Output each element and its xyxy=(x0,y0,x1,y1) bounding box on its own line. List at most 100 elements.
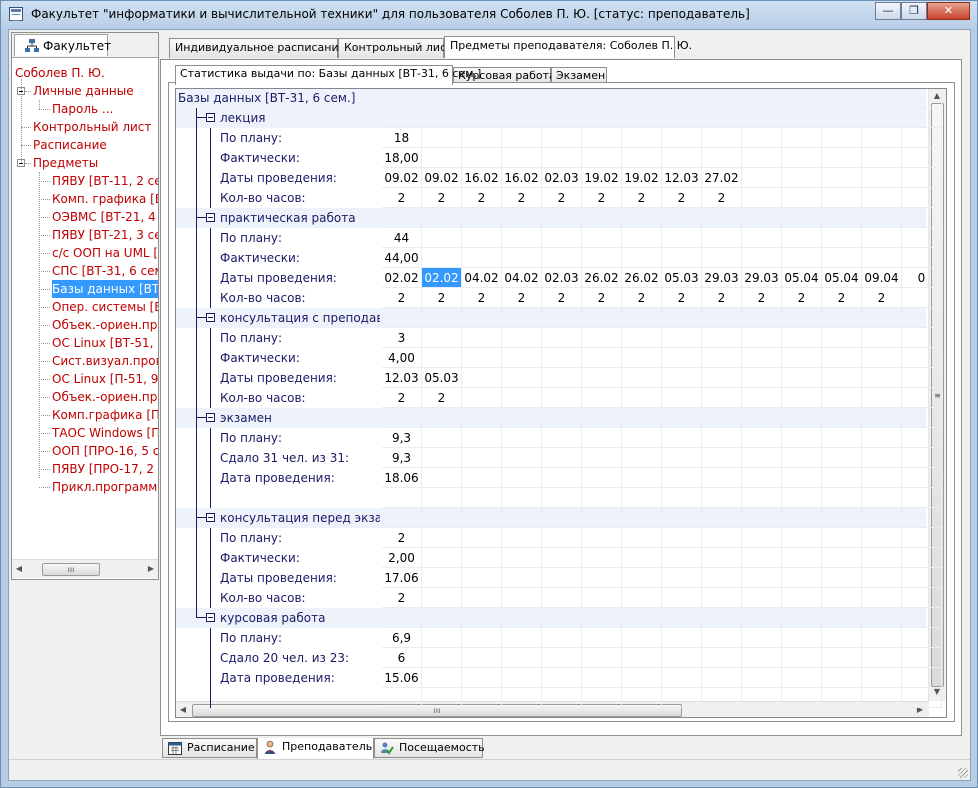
grid-cell[interactable] xyxy=(782,148,822,168)
grid-cell[interactable] xyxy=(662,688,702,708)
grid-cell[interactable] xyxy=(462,428,502,448)
grid-cell[interactable]: 27.02 xyxy=(702,168,742,188)
grid-cell[interactable] xyxy=(622,428,662,448)
grid-cell[interactable] xyxy=(902,89,942,108)
grid-cell[interactable] xyxy=(902,568,942,588)
grid-cell[interactable]: 26.02 xyxy=(582,268,622,288)
grid-cell[interactable] xyxy=(822,688,862,708)
grid-cell[interactable] xyxy=(782,428,822,448)
grid-cell[interactable]: 2 xyxy=(502,288,542,308)
grid-cell[interactable] xyxy=(782,228,822,248)
grid-cell[interactable] xyxy=(742,568,782,588)
grid-cell[interactable] xyxy=(422,89,462,108)
grid-cell[interactable] xyxy=(662,588,702,608)
grid-cell[interactable] xyxy=(782,468,822,488)
grid-cell[interactable] xyxy=(662,468,702,488)
bottom-tab[interactable]: Расписание xyxy=(162,738,257,758)
grid-cell[interactable] xyxy=(702,148,742,168)
grid-cell[interactable] xyxy=(662,368,702,388)
grid-cell[interactable]: 2 xyxy=(702,288,742,308)
grid-cell[interactable] xyxy=(422,468,462,488)
grid-cell[interactable] xyxy=(422,108,462,128)
grid-cell[interactable]: 02.02 xyxy=(382,268,422,288)
tree-item[interactable]: Предметы xyxy=(33,154,98,172)
grid-cell[interactable] xyxy=(582,428,622,448)
grid-cell[interactable] xyxy=(822,108,862,128)
grid-cell[interactable] xyxy=(462,608,502,628)
grid-cell[interactable] xyxy=(822,188,862,208)
grid-cell[interactable] xyxy=(662,208,702,228)
grid-cell[interactable] xyxy=(702,508,742,528)
grid-cell[interactable] xyxy=(702,468,742,488)
grid-cell[interactable] xyxy=(622,89,662,108)
grid-cell[interactable] xyxy=(582,89,622,108)
minimize-button[interactable]: — xyxy=(875,2,901,20)
grid-cell[interactable] xyxy=(862,648,902,668)
grid-cell[interactable] xyxy=(742,128,782,148)
top-tab[interactable]: Индивидуальное расписание xyxy=(169,38,345,58)
grid-cell[interactable] xyxy=(902,428,942,448)
grid-cell[interactable] xyxy=(582,468,622,488)
grid-cell[interactable] xyxy=(702,588,742,608)
grid-cell[interactable] xyxy=(502,208,542,228)
grid-cell[interactable] xyxy=(422,608,462,628)
grid-cell[interactable] xyxy=(702,628,742,648)
grid-cell[interactable] xyxy=(742,108,782,128)
grid-cell[interactable] xyxy=(782,368,822,388)
grid-cell[interactable] xyxy=(782,628,822,648)
grid-cell[interactable] xyxy=(502,608,542,628)
grid-cell[interactable] xyxy=(742,528,782,548)
grid-cell[interactable] xyxy=(902,448,942,468)
tree-item[interactable]: Сист.визуал.программирования xyxy=(52,352,158,370)
grid-cell[interactable] xyxy=(742,328,782,348)
grid-cell[interactable] xyxy=(462,108,502,128)
grid-cell[interactable]: 2 xyxy=(582,188,622,208)
grid-cell[interactable]: 16.02 xyxy=(462,168,502,188)
grid-cell[interactable] xyxy=(462,628,502,648)
grid-cell[interactable]: 12.03 xyxy=(382,368,422,388)
grid-cell[interactable] xyxy=(662,128,702,148)
grid-cell[interactable] xyxy=(662,668,702,688)
tree-item[interactable]: ПЯВУ [ВТ-11, 2 сем.] xyxy=(52,172,158,190)
grid-cell[interactable] xyxy=(862,508,902,528)
grid-cell[interactable]: 18 xyxy=(382,128,422,148)
grid-cell[interactable] xyxy=(902,248,942,268)
grid-cell[interactable] xyxy=(422,688,462,708)
grid-cell[interactable] xyxy=(742,648,782,668)
grid-cell[interactable] xyxy=(702,348,742,368)
grid-cell[interactable] xyxy=(422,588,462,608)
grid-cell[interactable] xyxy=(582,448,622,468)
grid-cell[interactable] xyxy=(622,108,662,128)
grid-cell[interactable]: 2 xyxy=(502,188,542,208)
tree-item[interactable]: Комп.графика [ПРО-16, 5 сем.] xyxy=(52,406,158,424)
tree-item[interactable]: Пароль ... xyxy=(52,100,113,118)
grid-cell[interactable]: 19.02 xyxy=(582,168,622,188)
grid-cell[interactable] xyxy=(542,148,582,168)
tree-item[interactable]: Личные данные xyxy=(33,82,134,100)
grid-cell[interactable] xyxy=(662,348,702,368)
grid-cell[interactable] xyxy=(382,408,422,428)
grid-cell[interactable] xyxy=(422,228,462,248)
grid-cell[interactable] xyxy=(742,348,782,368)
grid-cell[interactable] xyxy=(702,668,742,688)
grid-cell[interactable] xyxy=(822,428,862,448)
grid-cell[interactable] xyxy=(462,388,502,408)
grid-cell[interactable] xyxy=(422,448,462,468)
grid-cell[interactable] xyxy=(502,528,542,548)
grid-cell[interactable] xyxy=(782,188,822,208)
grid-cell[interactable]: 05.03 xyxy=(662,268,702,288)
grid-cell[interactable] xyxy=(822,628,862,648)
grid-cell[interactable] xyxy=(822,388,862,408)
grid-cell[interactable] xyxy=(462,408,502,428)
grid-cell[interactable] xyxy=(462,568,502,588)
grid-cell[interactable] xyxy=(862,228,902,248)
grid-cell[interactable]: 2 xyxy=(542,288,582,308)
grid-cell[interactable] xyxy=(662,248,702,268)
grid-cell[interactable] xyxy=(702,428,742,448)
grid-cell[interactable] xyxy=(862,188,902,208)
grid-cell[interactable] xyxy=(902,228,942,248)
grid-cell[interactable] xyxy=(782,308,822,328)
grid-cell[interactable] xyxy=(422,248,462,268)
grid-cell[interactable] xyxy=(902,388,942,408)
grid-cell[interactable] xyxy=(702,108,742,128)
